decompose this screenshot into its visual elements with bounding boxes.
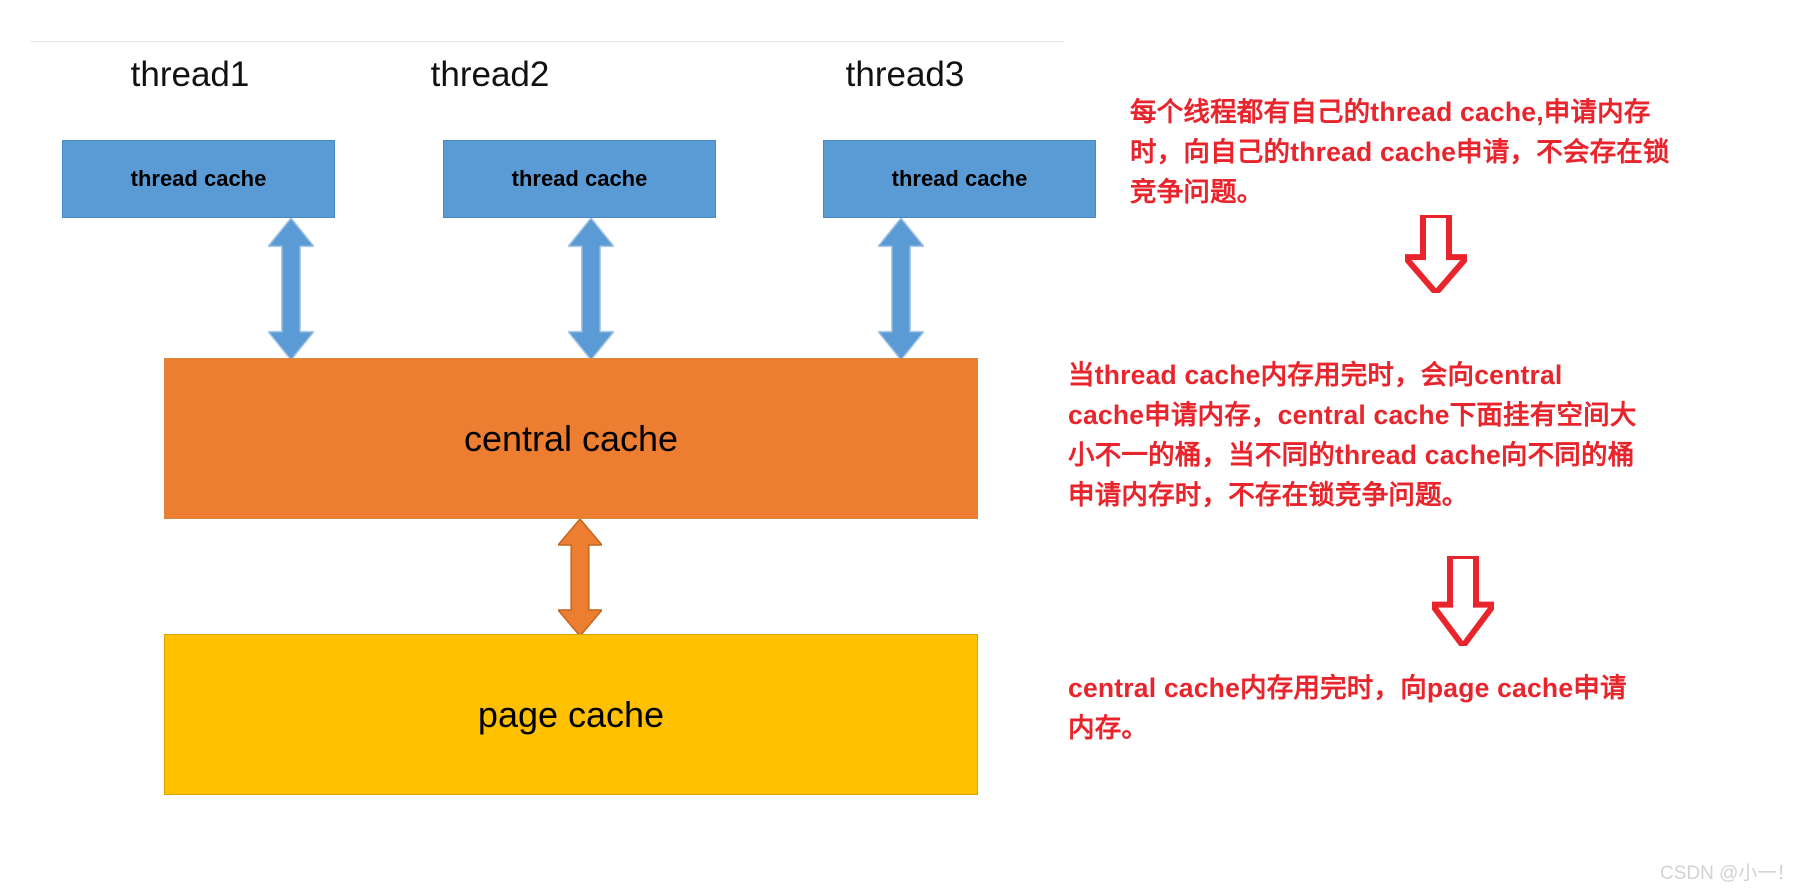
thread-cache-box-3: thread cache [823,140,1096,218]
annotation-line: 小不一的桶，当不同的thread cache向不同的桶 [1068,440,1635,470]
blue-double-arrow-3 [876,216,926,365]
thread-label-2: thread2 [430,55,550,94]
red-arrow-2 [1426,553,1500,652]
thread-cache-note: 每个线程都有自己的thread cache,申请内存 时，向自己的thread c… [1130,92,1810,212]
page-cache-label: page cache [477,693,665,735]
top-divider-rule [30,41,1065,42]
thread-cache-label: thread cache [891,166,1028,191]
thread-cache-label: thread cache [130,166,267,191]
annotation-line: 申请内存时，不存在锁竞争问题。 [1068,480,1469,510]
annotation-line: 内存。 [1068,713,1149,743]
thread-cache-label: thread cache [511,166,648,191]
csdn-watermark: CSDN @小一！ [1660,863,1796,884]
thread-label-1: thread1 [130,55,250,94]
thread-label-3: thread3 [845,55,965,94]
central-cache-label: central cache [463,417,679,459]
central-cache-note: 当thread cache内存用完时，会向central cache申请内存，ce… [1068,355,1819,515]
page-cache-note: central cache内存用完时，向page cache申请 内存。 [1068,668,1819,748]
annotation-line: cache申请内存，central cache下面挂有空间大 [1068,400,1637,430]
blue-double-arrow-2 [566,216,616,365]
annotation-line: 时，向自己的thread cache申请，不会存在锁 [1130,137,1670,167]
annotation-line: 竞争问题。 [1130,177,1264,207]
annotation-line: central cache内存用完时，向page cache申请 [1068,673,1627,703]
annotation-line: 当thread cache内存用完时，会向central [1068,360,1563,390]
page-cache-box: page cache [164,634,978,795]
thread-cache-box-2: thread cache [443,140,716,218]
thread-cache-box-1: thread cache [62,140,335,218]
blue-double-arrow-1 [266,216,316,365]
diagram-canvas: thread1 thread2 thread3 thread cache thread… [0,0,1819,894]
annotation-line: 每个线程都有自己的thread cache,申请内存 [1130,97,1651,127]
orange-double-arrow [556,517,604,641]
central-cache-box: central cache [164,358,978,519]
red-arrow-1 [1398,212,1474,298]
